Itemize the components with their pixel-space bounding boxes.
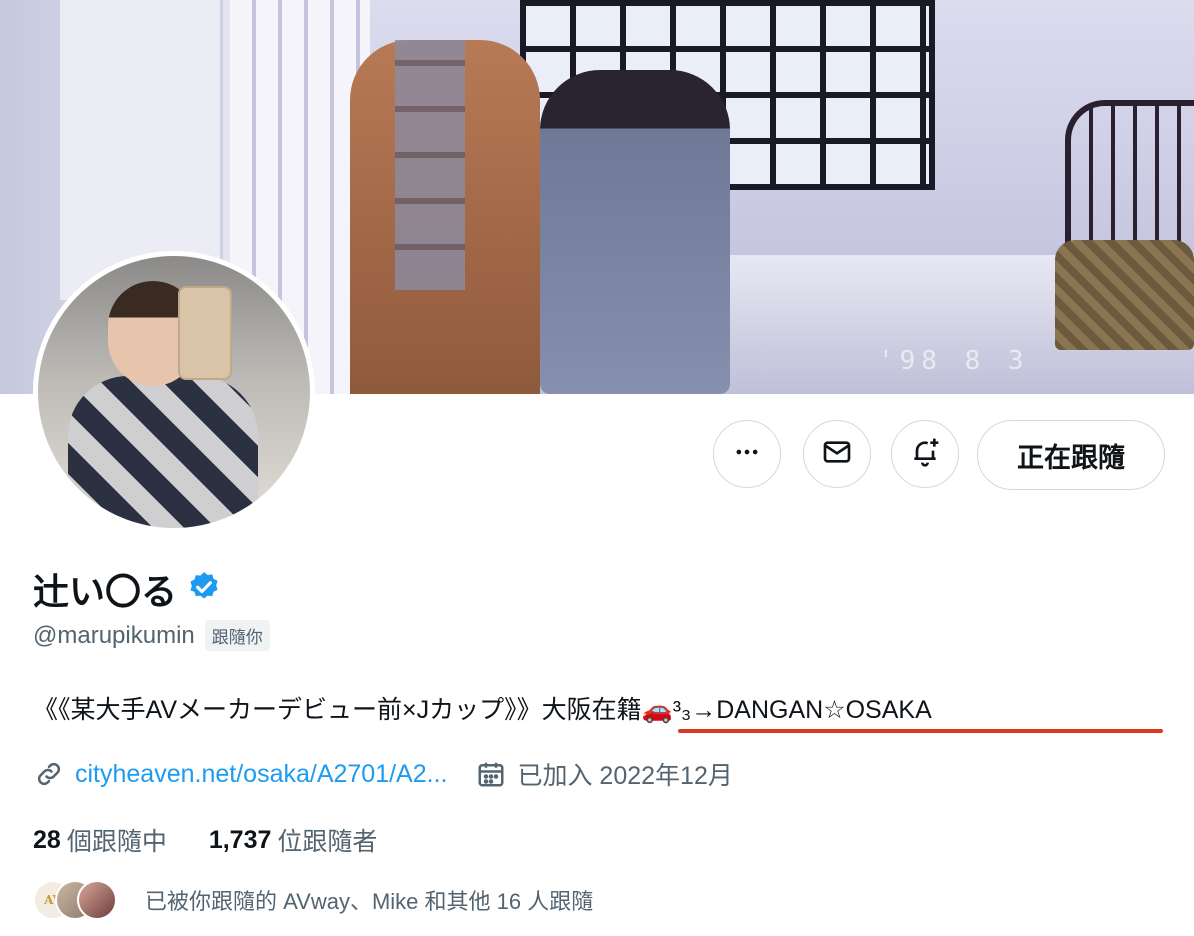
user-handle: @marupikumin (33, 621, 195, 649)
follows-you-badge: 跟隨你 (204, 620, 270, 651)
followers-stat[interactable]: 1,737 位跟隨者 (209, 822, 378, 858)
envelope-icon (821, 436, 853, 473)
banner-basket (1055, 240, 1194, 350)
more-button[interactable] (713, 420, 781, 488)
bell-plus-icon (909, 436, 941, 473)
following-count: 28 (33, 825, 61, 854)
website-link[interactable]: cityheaven.net/osaka/A2701/A2... (75, 760, 447, 789)
verified-badge-icon[interactable] (187, 570, 221, 609)
joined-date: 已加入 2022年12月 (517, 762, 733, 790)
link-icon (33, 758, 65, 790)
message-button[interactable] (803, 420, 871, 488)
followed-by-text: 已被你跟隨的 AVway、Mike 和其他 16 人跟隨 (145, 889, 594, 914)
followers-label: 位跟隨者 (277, 828, 378, 856)
followed-by-row[interactable]: AV 已被你跟隨的 AVway、Mike 和其他 16 人跟隨 (33, 880, 593, 920)
notify-button[interactable] (891, 420, 959, 488)
following-stat[interactable]: 28 個跟隨中 (33, 822, 167, 858)
more-horizontal-icon (733, 438, 761, 471)
banner-date-stamp: '98 8 3 (878, 346, 1030, 376)
profile-avatar[interactable] (33, 251, 315, 533)
profile-meta: cityheaven.net/osaka/A2701/A2... 已加入 202… (33, 756, 733, 792)
profile-bio: 《《某大手AVメーカーデビュー前×Jカップ》》大阪在籍🚗³₃→DANGAN☆OS… (33, 696, 932, 724)
following-button[interactable]: 正在跟隨 (977, 420, 1165, 490)
following-label: 個跟隨中 (66, 828, 167, 856)
calendar-icon (475, 758, 507, 790)
avatar-phone (178, 286, 232, 380)
avatar-photo (38, 256, 310, 528)
display-name: 辻い〇る (33, 571, 178, 612)
follow-stats: 28 個跟隨中 1,737 位跟隨者 (33, 822, 377, 858)
banner-organizer (395, 40, 465, 290)
name-row: 辻い〇る (33, 563, 221, 615)
bio-highlight-underline (678, 729, 1163, 733)
avatar-sweater (68, 376, 258, 528)
banner-person (540, 70, 730, 394)
followers-count: 1,737 (208, 825, 272, 854)
follower-avatar (77, 880, 117, 920)
handle-row: @marupikumin 跟隨你 (33, 620, 270, 651)
